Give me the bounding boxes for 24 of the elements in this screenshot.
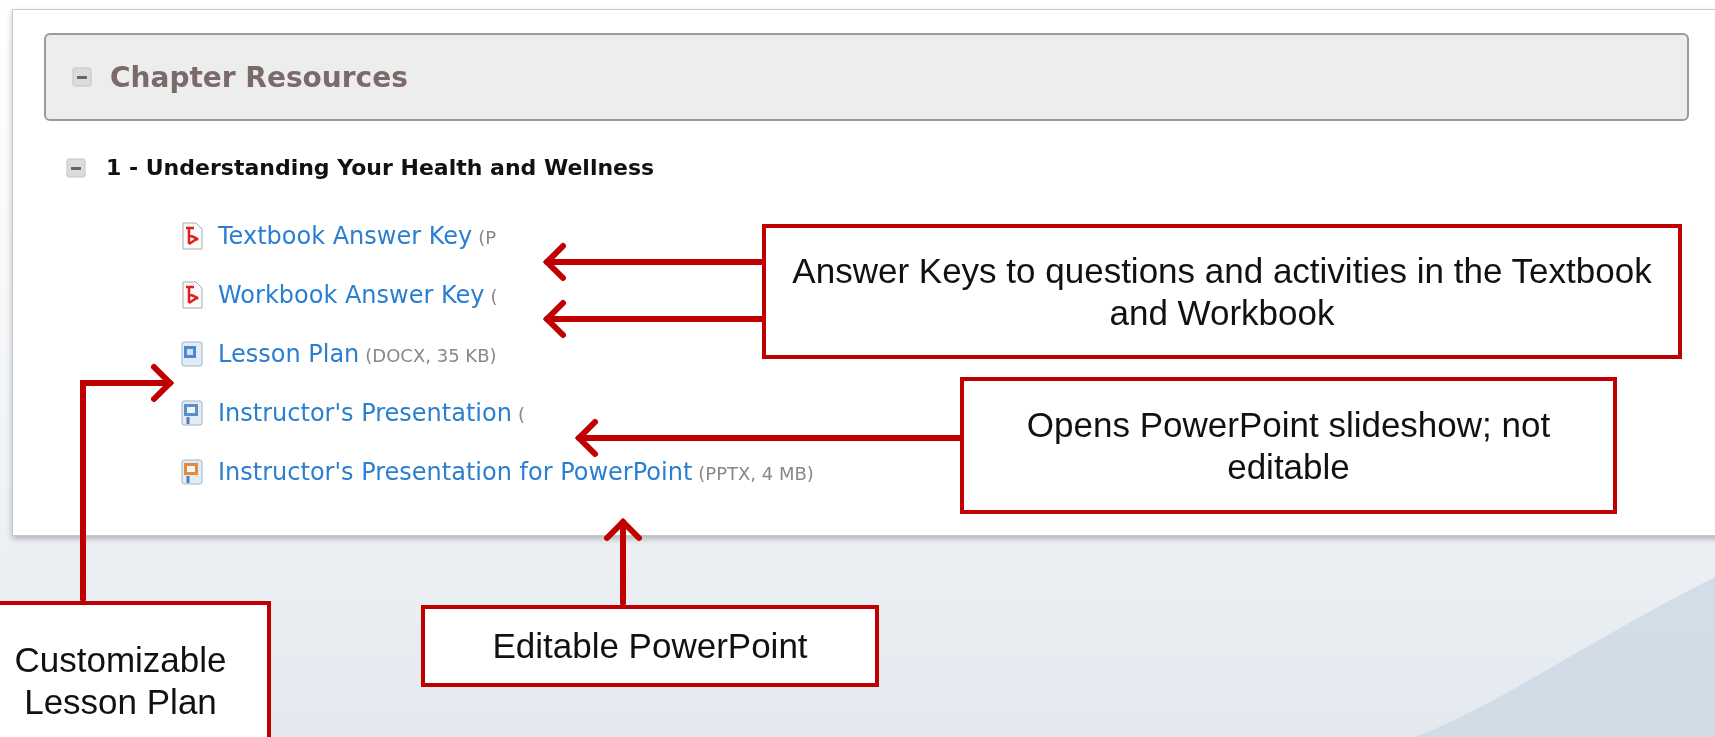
file-info: (P <box>478 227 497 248</box>
file-info: (DOCX, 35 KB) <box>365 345 497 366</box>
callout-box: Answer Keys to questions and activities in the Textbook and Workbook <box>762 224 1682 359</box>
presentation-file-icon <box>180 458 204 486</box>
file-info: (PPTX, 4 MB) <box>698 463 814 484</box>
file-link[interactable]: Workbook Answer Key <box>218 281 485 309</box>
pdf-file-icon <box>180 222 204 250</box>
file-link[interactable]: Textbook Answer Key <box>218 222 473 250</box>
panel-header[interactable]: Chapter Resources <box>44 33 1689 121</box>
collapse-icon[interactable] <box>72 67 92 87</box>
collapse-icon[interactable] <box>66 157 86 178</box>
panel-title: Chapter Resources <box>110 60 408 94</box>
file-link[interactable]: Lesson Plan <box>218 340 360 368</box>
pdf-file-icon <box>180 281 204 309</box>
callout-box: Opens PowerPoint slideshow; not editable <box>960 377 1617 514</box>
presentation-file-icon <box>180 399 204 427</box>
file-link[interactable]: Instructor's Presentation <box>218 399 512 427</box>
file-info: ( <box>517 404 525 425</box>
file-link[interactable]: Instructor's Presentation for PowerPoint <box>218 458 693 486</box>
callout-box: Customizable Lesson Plan <box>0 601 271 737</box>
file-info: ( <box>490 286 498 307</box>
document-file-icon <box>180 340 204 368</box>
chapter-title: 1 - Understanding Your Health and Wellness <box>106 155 655 180</box>
callout-box: Editable PowerPoint <box>421 605 879 687</box>
